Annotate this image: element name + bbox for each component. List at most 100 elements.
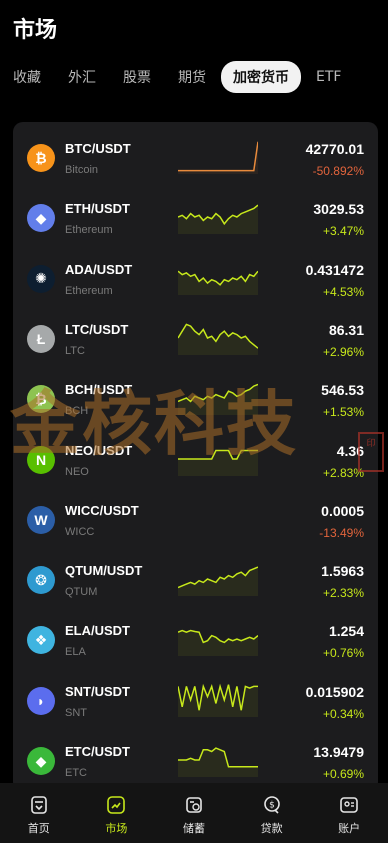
market-row-wicc[interactable]: W WICC/USDT WICC 0.0005 -13.49% — [13, 490, 378, 550]
page-title: 市场 — [13, 18, 58, 43]
change-percent: +0.34% — [322, 706, 364, 721]
price-value: 1.254 — [328, 623, 364, 640]
price-value: 42770.01 — [305, 141, 364, 157]
sparkline-line — [178, 141, 258, 172]
sparkline — [178, 630, 258, 657]
change-percent: +4.53% — [322, 284, 364, 299]
home-icon — [30, 796, 47, 814]
coin-name: NEO — [65, 465, 89, 478]
nav-account[interactable]: 账户 — [310, 783, 388, 843]
pair-label: ADA/USDT — [65, 261, 133, 277]
sparkline-area — [178, 684, 258, 717]
pair-label: ETH/USDT — [65, 201, 130, 217]
nav-account-label: 账户 — [338, 822, 361, 835]
tab-forex[interactable]: 外汇 — [68, 67, 96, 87]
loan-icon: $ — [263, 796, 280, 814]
market-row-ltc[interactable]: Ł LTC/USDT LTC 86.31 +2.96% — [13, 309, 378, 369]
neo-icon: N — [27, 445, 55, 474]
market-icon — [107, 796, 126, 814]
nav-home[interactable]: 首页 — [0, 783, 78, 843]
pair-label: ETC/USDT — [65, 744, 130, 759]
sparkline — [178, 204, 258, 235]
ethereum-classic-icon: ◆ — [27, 747, 55, 775]
elastos-icon: ❖ — [27, 626, 55, 655]
sparkline — [178, 383, 258, 416]
sparkline-area — [178, 384, 258, 416]
coin-name: Ethereum — [65, 284, 113, 297]
change-percent: -50.892% — [312, 164, 364, 178]
change-percent: +3.47% — [322, 224, 364, 239]
nav-loan[interactable]: $ 贷款 — [233, 783, 311, 843]
market-tabs: 收藏 外汇 股票 期货 加密货币 ETF — [13, 61, 368, 93]
nav-home-label: 首页 — [27, 822, 50, 835]
coin-name: ELA — [65, 646, 86, 659]
market-row-eth[interactable]: ◆ ETH/USDT Ethereum 3029.53 +3.47% — [13, 188, 378, 248]
status-icon: ◗ — [27, 686, 55, 715]
tab-crypto[interactable]: 加密货币 — [221, 61, 301, 93]
market-row-qtum[interactable]: ❂ QTUM/USDT QTUM 1.5963 +2.33% — [13, 550, 378, 610]
bitcoin-cash-icon: ₿ — [27, 385, 55, 414]
price-value: 3029.53 — [313, 201, 364, 218]
market-list: ₿ BTC/USDT Bitcoin 42770.01 -50.892% ◆ ETH/USD… — [13, 122, 378, 792]
market-row-ela[interactable]: ❖ ELA/USDT ELA 1.254 +0.76% — [13, 610, 378, 670]
market-row-ada[interactable]: ✺ ADA/USDT Ethereum 0.431472 +4.53% — [13, 249, 378, 309]
nav-savings[interactable]: 储蓄 — [155, 783, 233, 843]
sparkline-area — [178, 450, 258, 476]
pair-label: ELA/USDT — [65, 623, 130, 639]
cardano-icon: ✺ — [27, 264, 55, 293]
savings-icon — [186, 797, 202, 813]
sparkline-area — [178, 324, 258, 355]
coin-name: ETC — [65, 767, 87, 779]
coin-name: BCH — [65, 405, 89, 418]
tab-futures[interactable]: 期货 — [178, 67, 206, 87]
waykichain-icon: W — [27, 505, 55, 534]
coin-name: WICC — [65, 525, 95, 538]
svg-text:$: $ — [269, 801, 275, 811]
market-row-neo[interactable]: N NEO/USDT NEO 4.36 +2.83% — [13, 430, 378, 490]
coin-name: SNT — [65, 706, 87, 719]
price-value: 86.31 — [328, 321, 364, 338]
account-icon — [340, 797, 358, 813]
price-value: 13.9479 — [313, 744, 364, 760]
market-row-btc[interactable]: ₿ BTC/USDT Bitcoin 42770.01 -50.892% — [13, 128, 378, 188]
nav-loan-label: 贷款 — [260, 822, 283, 835]
tab-favorites[interactable]: 收藏 — [13, 67, 41, 87]
sparkline-area — [178, 567, 258, 597]
nav-market[interactable]: 市场 — [78, 783, 156, 843]
nav-market-label: 市场 — [105, 822, 128, 835]
change-percent: +2.33% — [322, 586, 364, 601]
sparkline-area — [178, 205, 258, 235]
change-percent: +0.69% — [322, 767, 364, 781]
market-row-bch[interactable]: ₿ BCH/USDT BCH 546.53 +1.53% — [13, 369, 378, 429]
sparkline-area — [178, 748, 258, 777]
change-percent: +1.53% — [322, 405, 364, 420]
bitcoin-icon: ₿ — [27, 144, 55, 172]
coin-name: QTUM — [65, 586, 98, 599]
price-value: 0.0005 — [321, 502, 364, 519]
watermark-seal: 印 — [358, 432, 384, 472]
market-row-etc[interactable]: ◆ ETC/USDT ETC 13.9479 +0.69% — [13, 731, 378, 791]
sparkline — [178, 449, 258, 476]
pair-label: LTC/USDT — [65, 321, 129, 337]
sparkline — [178, 747, 258, 777]
change-percent: +0.76% — [322, 646, 364, 661]
price-value: 0.015902 — [305, 683, 364, 700]
tab-stocks[interactable]: 股票 — [123, 67, 151, 87]
pair-label: QTUM/USDT — [65, 563, 143, 579]
market-row-snt[interactable]: ◗ SNT/USDT SNT 0.015902 +0.34% — [13, 671, 378, 731]
sparkline — [178, 683, 258, 717]
coin-name: LTC — [65, 344, 85, 357]
pair-label: NEO/USDT — [65, 442, 133, 458]
bottom-nav: 首页 市场 储蓄 $ 贷款 账户 — [0, 783, 388, 843]
pair-label: WICC/USDT — [65, 502, 139, 518]
ethereum-icon: ◆ — [27, 204, 55, 233]
tab-etf[interactable]: ETF — [316, 69, 341, 85]
litecoin-icon: Ł — [27, 324, 55, 353]
sparkline — [178, 323, 258, 355]
price-value: 546.53 — [321, 382, 364, 399]
price-value: 0.431472 — [305, 261, 364, 278]
sparkline-area — [178, 630, 258, 657]
pair-label: SNT/USDT — [65, 683, 130, 699]
coin-name: Bitcoin — [65, 164, 99, 176]
pair-label: BTC/USDT — [65, 141, 131, 156]
